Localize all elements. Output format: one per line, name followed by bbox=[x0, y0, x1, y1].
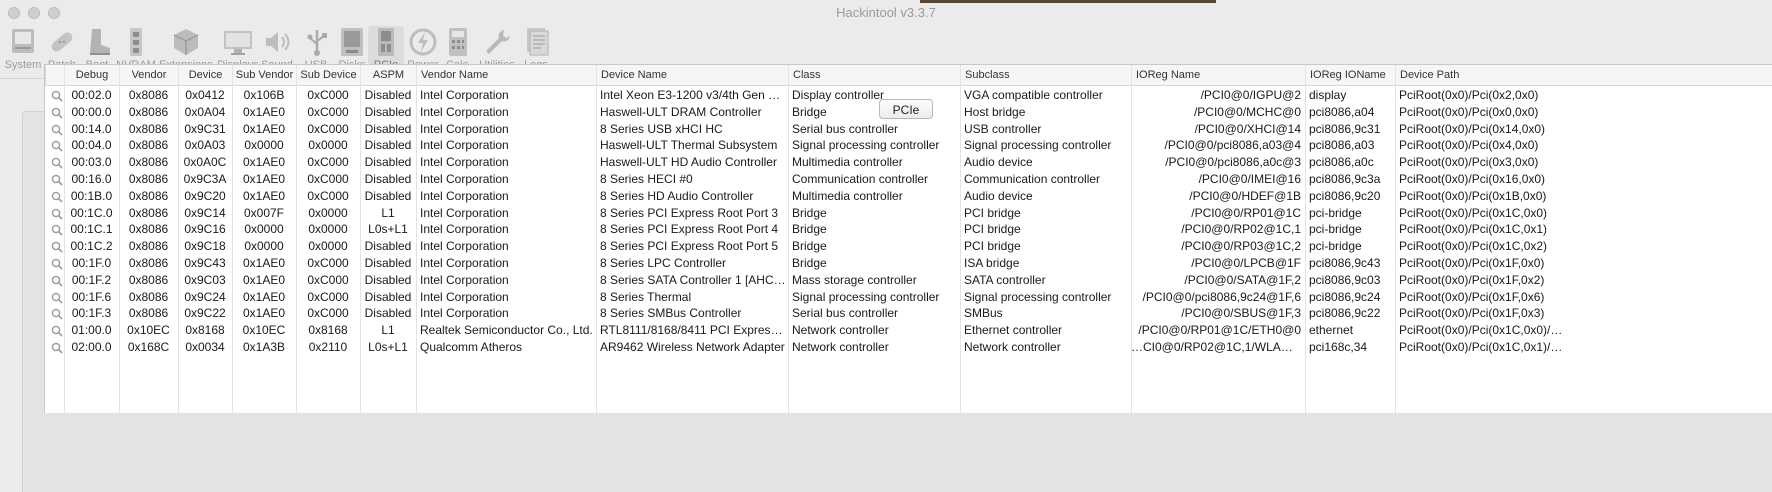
cell-ioreg-ioname: pci168c,34 bbox=[1309, 340, 1368, 354]
cell-subclass: Network controller bbox=[964, 340, 1061, 354]
cell-aspm: L0s+L1 bbox=[368, 340, 408, 354]
column-header[interactable] bbox=[45, 65, 64, 85]
cell-class: Network controller bbox=[792, 340, 889, 354]
magnifier-icon[interactable] bbox=[51, 223, 63, 236]
column-header[interactable]: IOReg IOName bbox=[1305, 65, 1395, 85]
disks-icon bbox=[335, 26, 369, 58]
magnifier-icon[interactable] bbox=[51, 240, 63, 253]
magnifier-icon[interactable] bbox=[51, 341, 63, 354]
cell-device-name: AR9462 Wireless Network Adapter bbox=[600, 340, 785, 354]
magnifier-icon[interactable] bbox=[51, 106, 63, 119]
column-header[interactable]: IOReg Name bbox=[1131, 65, 1305, 85]
column-header[interactable]: Class bbox=[788, 65, 960, 85]
magnifier-icon[interactable] bbox=[51, 173, 63, 186]
toolbar-label: System bbox=[4, 59, 42, 71]
table-header: Debug Vendor Device Sub Vendor Sub Device ASP… bbox=[45, 65, 1772, 86]
column-header[interactable]: Sub Device bbox=[296, 65, 360, 85]
magnifier-icon[interactable] bbox=[51, 307, 63, 320]
column-header[interactable]: ASPM bbox=[360, 65, 416, 85]
background-strip bbox=[920, 0, 1216, 3]
cell-vendor-name: Qualcomm Atheros bbox=[420, 340, 523, 354]
usb-icon bbox=[300, 26, 334, 58]
magnifier-icon[interactable] bbox=[51, 139, 63, 152]
magnifier-icon[interactable] bbox=[51, 257, 63, 270]
patch-icon bbox=[45, 26, 79, 58]
magnifier-icon[interactable] bbox=[51, 291, 63, 304]
column-header[interactable]: Device Name bbox=[596, 65, 788, 85]
boot-icon bbox=[82, 26, 116, 58]
cell-sub-device: 0x2110 bbox=[308, 340, 348, 354]
column-header[interactable]: Sub Vendor bbox=[232, 65, 296, 85]
system-icon bbox=[6, 26, 40, 58]
magnifier-icon[interactable] bbox=[51, 324, 63, 337]
column-header[interactable]: Device bbox=[178, 65, 232, 85]
magnifier-icon[interactable] bbox=[51, 89, 63, 102]
window-title: Hackintool v3.3.7 bbox=[836, 5, 936, 20]
magnifier-icon[interactable] bbox=[51, 274, 63, 287]
nvram-icon bbox=[119, 26, 153, 58]
magnifier-icon[interactable] bbox=[51, 123, 63, 136]
cell-device: 0x0034 bbox=[185, 340, 225, 354]
magnifier-icon[interactable] bbox=[51, 207, 63, 220]
column-header[interactable]: Vendor Name bbox=[416, 65, 596, 85]
table-row[interactable]: 02:00.0 0x168C 0x0034 0x1A3B 0x2110 L0s+L1 Qua… bbox=[45, 338, 1772, 357]
pcie-icon bbox=[369, 26, 403, 58]
title-bar: Hackintool v3.3.7 bbox=[0, 0, 1772, 26]
displays-icon bbox=[221, 26, 255, 58]
calc-icon bbox=[441, 26, 475, 58]
magnifier-icon[interactable] bbox=[51, 156, 63, 169]
logs-icon bbox=[520, 26, 554, 58]
extensions-icon bbox=[169, 26, 203, 58]
tab-pcie[interactable]: PCIe bbox=[879, 99, 933, 119]
cell-vendor: 0x168C bbox=[127, 340, 170, 354]
column-header[interactable]: Debug bbox=[64, 65, 119, 85]
utilities-icon bbox=[480, 26, 514, 58]
column-header[interactable]: Subclass bbox=[960, 65, 1131, 85]
magnifier-icon[interactable] bbox=[51, 190, 63, 203]
cell-sub-vendor: 0x1A3B bbox=[242, 340, 286, 354]
cell-debug: 02:00.0 bbox=[71, 340, 112, 354]
power-icon bbox=[406, 26, 440, 58]
cell-device-path: PciRoot(0x0)/Pci(0x1C,0x1)/… bbox=[1399, 340, 1563, 354]
sound-icon bbox=[260, 26, 294, 58]
cell-ioreg-name: …CI0@0/RP02@1C,1/WLAN@0 bbox=[1131, 340, 1305, 354]
column-header[interactable]: Vendor bbox=[119, 65, 178, 85]
toolbar-system[interactable]: System bbox=[4, 26, 42, 76]
column-header[interactable]: Device Path bbox=[1395, 65, 1772, 85]
